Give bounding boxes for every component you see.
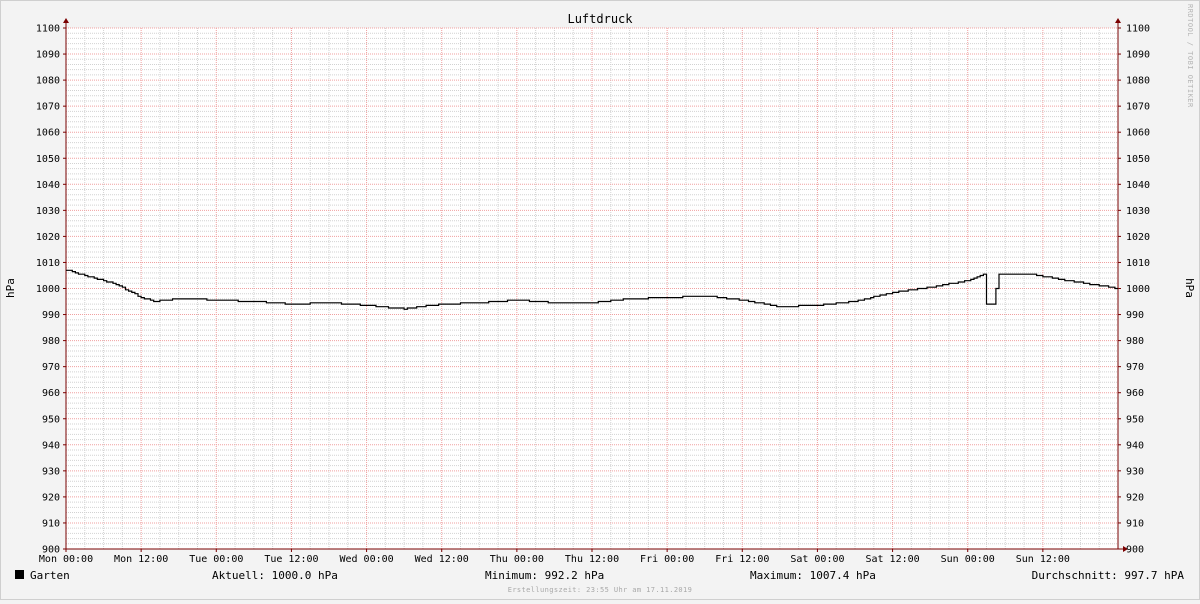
legend-label: Garten <box>30 569 70 582</box>
y-axis-label-left: hPa <box>4 278 17 298</box>
stat-minimum: Minimum: 992.2 hPa <box>485 569 604 582</box>
y-tick-label-right: 1100 <box>1126 24 1150 35</box>
y-tick-label-left: 1100 <box>36 24 60 35</box>
y-tick-label-right: 1010 <box>1126 258 1150 269</box>
y-tick-label-left: 960 <box>42 388 60 399</box>
y-tick-label-left: 1030 <box>36 206 60 217</box>
y-tick-label-right: 910 <box>1126 518 1144 529</box>
y-tick-label-right: 1080 <box>1126 76 1150 87</box>
y-tick-label-left: 1010 <box>36 258 60 269</box>
y-tick-label-right: 1000 <box>1126 284 1150 295</box>
footer-timestamp: Erstellungszeit: 23:55 Uhr am 17.11.2019 <box>508 586 693 594</box>
y-tick-label-right: 950 <box>1126 414 1144 425</box>
y-tick-label-left: 940 <box>42 440 60 451</box>
y-tick-label-right: 930 <box>1126 466 1144 477</box>
y-tick-label-left: 1060 <box>36 128 60 139</box>
legend-swatch <box>15 570 24 579</box>
y-tick-label-left: 990 <box>42 310 60 321</box>
y-tick-label-right: 920 <box>1126 492 1144 503</box>
y-tick-label-left: 1000 <box>36 284 60 295</box>
x-tick-label: Sun 00:00 <box>941 554 995 565</box>
watermark: RRDTOOL / TOBI OETIKER <box>1186 4 1194 108</box>
y-tick-label-left: 1040 <box>36 180 60 191</box>
x-tick-label: Fri 12:00 <box>715 554 769 565</box>
x-tick-label: Tue 00:00 <box>189 554 243 565</box>
x-tick-label: Sun 12:00 <box>1016 554 1070 565</box>
y-tick-label-left: 920 <box>42 492 60 503</box>
y-tick-label-right: 940 <box>1126 440 1144 451</box>
y-tick-label-right: 1020 <box>1126 232 1150 243</box>
y-tick-label-right: 990 <box>1126 310 1144 321</box>
y-tick-label-left: 910 <box>42 518 60 529</box>
stat-maximum: Maximum: 1007.4 hPa <box>750 569 876 582</box>
y-tick-label-left: 980 <box>42 336 60 347</box>
chart-svg: 900 910 920 930 940 950 960 970 980 990 1000 1010 10… <box>0 0 1200 600</box>
y-tick-label-left: 1020 <box>36 232 60 243</box>
x-tick-label: Sat 00:00 <box>790 554 844 565</box>
y-tick-label-left: 970 <box>42 362 60 373</box>
x-tick-label: Mon 00:00 <box>39 554 93 565</box>
x-tick-label: Sat 12:00 <box>865 554 919 565</box>
y-tick-label-right: 900 <box>1126 545 1144 556</box>
y-tick-label-right: 980 <box>1126 336 1144 347</box>
y-tick-label-right: 1090 <box>1126 50 1150 61</box>
y-tick-label-left: 930 <box>42 466 60 477</box>
x-tick-label: Thu 00:00 <box>490 554 544 565</box>
y-tick-label-right: 1060 <box>1126 128 1150 139</box>
x-tick-label: Tue 12:00 <box>264 554 318 565</box>
y-tick-label-left: 1090 <box>36 50 60 61</box>
y-tick-label-right: 1050 <box>1126 154 1150 165</box>
y-tick-label-right: 960 <box>1126 388 1144 399</box>
chart: 900 910 920 930 940 950 960 970 980 990 1000 1010 10… <box>0 0 1200 600</box>
stat-average: Durchschnitt: 997.7 hPA <box>1032 569 1185 582</box>
x-tick-label: Mon 12:00 <box>114 554 168 565</box>
x-tick-label: Fri 00:00 <box>640 554 694 565</box>
y-tick-label-left: 1080 <box>36 76 60 87</box>
y-tick-label-left: 1070 <box>36 102 60 113</box>
y-tick-label-left: 1050 <box>36 154 60 165</box>
x-tick-label: Thu 12:00 <box>565 554 619 565</box>
x-tick-label: Wed 12:00 <box>415 554 469 565</box>
y-tick-label-left: 950 <box>42 414 60 425</box>
stat-current: Aktuell: 1000.0 hPa <box>212 569 338 582</box>
y-tick-label-right: 1070 <box>1126 102 1150 113</box>
y-tick-label-right: 970 <box>1126 362 1144 373</box>
y-tick-label-right: 1030 <box>1126 206 1150 217</box>
y-axis-label-right: hPa <box>1183 278 1196 298</box>
y-tick-label-right: 1040 <box>1126 180 1150 191</box>
chart-title: Luftdruck <box>567 12 633 26</box>
x-tick-label: Wed 00:00 <box>339 554 393 565</box>
